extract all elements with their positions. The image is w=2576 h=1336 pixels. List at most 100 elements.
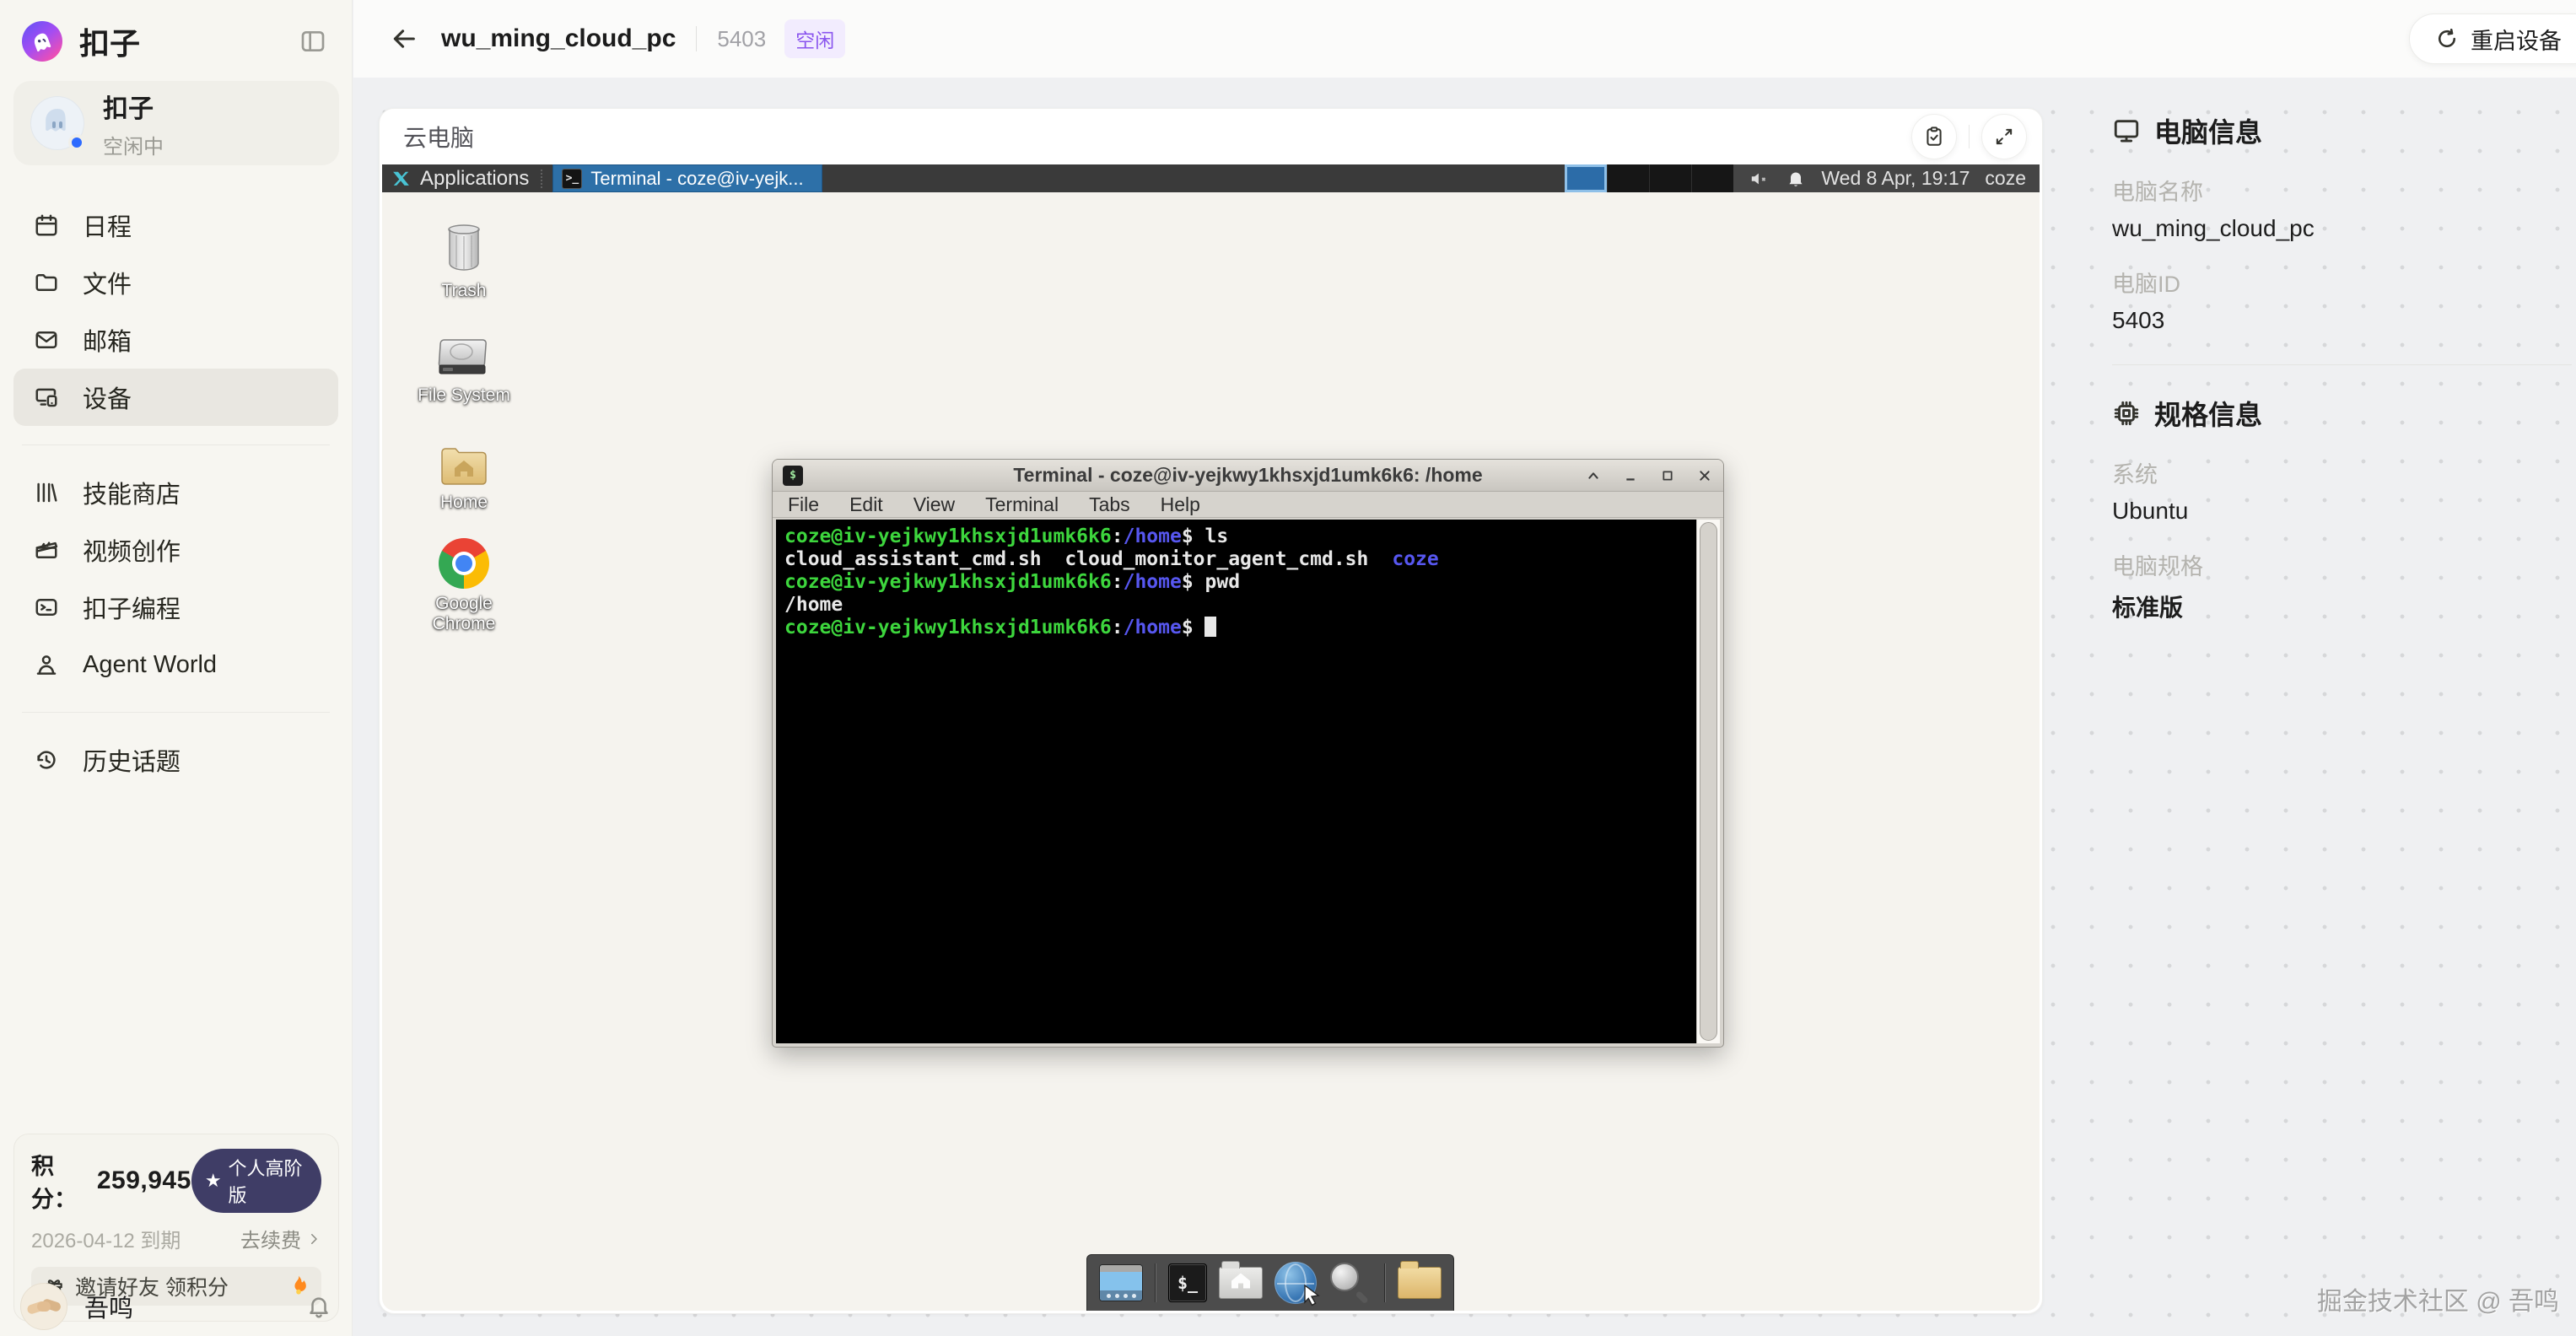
sidebar: 扣子 扣子 空闲中 日程 文件 邮箱 设备: [0, 0, 353, 1336]
menu-tabs[interactable]: Tabs: [1089, 493, 1130, 516]
sidebar-item-video-creation[interactable]: 视频创作: [13, 521, 338, 579]
sidebar-item-coze-coding[interactable]: 扣子编程: [13, 579, 338, 636]
clipboard-check-button[interactable]: [1911, 114, 1957, 159]
cursor-arrow-icon: [1301, 1284, 1323, 1309]
user-profile-row[interactable]: 吾鸣: [20, 1282, 331, 1331]
taskbar-session-user[interactable]: coze: [1985, 167, 2026, 190]
sidebar-item-mail[interactable]: 邮箱: [13, 311, 338, 369]
maximize-window-icon[interactable]: [1659, 467, 1676, 484]
dock-separator: [1384, 1263, 1386, 1302]
computer-id-label: 电脑ID: [2112, 266, 2572, 299]
sidebar-collapse-icon[interactable]: [296, 24, 330, 58]
dock-terminal-icon[interactable]: $_: [1168, 1263, 1207, 1302]
restart-device-button[interactable]: 重启设备: [2409, 13, 2576, 64]
applications-label: Applications: [420, 167, 529, 191]
desktop-icon-label: Home: [440, 493, 488, 513]
workspace-4[interactable]: [1691, 164, 1733, 192]
dock-folder-icon[interactable]: [1398, 1267, 1442, 1299]
sidebar-item-history-topics[interactable]: 历史话题: [13, 731, 338, 789]
desktop-icon-label: Trash: [442, 281, 487, 301]
assistant-avatar: [30, 96, 84, 150]
terminal-scrollbar[interactable]: [1696, 520, 1720, 1043]
monitor-icon: [2112, 116, 2141, 145]
menu-file[interactable]: File: [788, 493, 819, 516]
assistant-card[interactable]: 扣子 空闲中: [13, 81, 339, 165]
sidebar-item-skill-store[interactable]: 技能商店: [13, 464, 338, 521]
points-label: 积分：: [31, 1148, 92, 1214]
terminal-title: Terminal - coze@iv-yejkwy1khsxjd1umk6k6:…: [773, 464, 1723, 487]
bell-status-icon[interactable]: [1786, 168, 1806, 190]
notification-bell-icon[interactable]: [306, 1294, 331, 1319]
os-value: Ubuntu: [2112, 498, 2572, 525]
desktop-icon-label: File System: [418, 385, 510, 406]
fullscreen-button[interactable]: [1981, 114, 2027, 159]
dock-file-manager-icon[interactable]: [1219, 1267, 1263, 1299]
close-window-icon[interactable]: [1696, 467, 1713, 484]
title-separator: [696, 26, 697, 51]
computer-info-title: 电脑信息: [2154, 111, 2262, 150]
menu-divider: [22, 444, 330, 445]
volume-icon[interactable]: [1749, 168, 1770, 190]
minimize-window-icon[interactable]: [1622, 467, 1639, 484]
terminal-line: coze@iv-yejkwy1khsxjd1umk6k6:/home$ pwd: [784, 571, 1696, 594]
device-name-title: wu_ming_cloud_pc: [441, 24, 676, 53]
sidebar-item-schedule[interactable]: 日程: [13, 197, 338, 254]
applications-menu-button[interactable]: Applications: [382, 164, 539, 192]
terminal-cursor: [1204, 617, 1216, 637]
panel-title: 云电脑: [403, 120, 474, 154]
taskbar-spacer: [822, 164, 1565, 192]
desktop-icon-google-chrome[interactable]: Google Chrome: [409, 538, 519, 634]
main-content: 云电脑 Applications >_: [353, 78, 2576, 1336]
taskbar-terminal-task[interactable]: >_ Terminal - coze@iv-yejk...: [552, 164, 822, 192]
taskbar-clock[interactable]: Wed 8 Apr, 19:17: [1821, 167, 1970, 190]
plan-badge: ★个人高阶版: [191, 1149, 321, 1213]
workspace-1[interactable]: [1565, 164, 1606, 192]
topbar: wu_ming_cloud_pc 5403 空闲 重启设备: [353, 0, 2576, 78]
sidebar-header: 扣子: [22, 17, 330, 66]
back-button[interactable]: [385, 20, 423, 57]
chrome-icon: [439, 538, 489, 589]
desktop-icon-file-system[interactable]: File System: [409, 333, 519, 406]
sidebar-item-label: 日程: [83, 207, 132, 243]
cloud-pc-panel: 云电脑 Applications >_: [379, 108, 2043, 1314]
menu-help[interactable]: Help: [1161, 493, 1200, 516]
menu-view[interactable]: View: [913, 493, 955, 516]
actions-separator: [1969, 125, 1970, 148]
menu-edit[interactable]: Edit: [849, 493, 883, 516]
sidebar-item-files[interactable]: 文件: [13, 254, 338, 311]
shade-window-icon[interactable]: [1585, 467, 1602, 484]
desktop-dock: $_: [1086, 1254, 1454, 1311]
info-divider: [2112, 364, 2572, 365]
desktop-icon-home[interactable]: Home: [409, 440, 519, 513]
spec-info-title: 规格信息: [2154, 394, 2262, 433]
dock-web-browser-icon[interactable]: [1275, 1262, 1317, 1304]
dock-search-icon[interactable]: [1328, 1261, 1372, 1305]
desktop-icon-trash[interactable]: Trash: [409, 222, 519, 301]
taskbar-status-area: Wed 8 Apr, 19:17 coze: [1733, 164, 2040, 192]
desktop-icon-label: Google Chrome: [423, 594, 504, 634]
hard-drive-icon: [436, 333, 492, 380]
plan-badge-label: 个人高阶版: [229, 1154, 308, 1208]
workspace-2[interactable]: [1607, 164, 1649, 192]
show-desktop-icon[interactable]: [1099, 1264, 1143, 1301]
terminal-window[interactable]: $ Terminal - coze@iv-yejkwy1khsxjd1umk6k…: [772, 459, 1724, 1048]
points-value: 259,945: [97, 1166, 191, 1195]
terminal-line: coze@iv-yejkwy1khsxjd1umk6k6:/home$ ls: [784, 525, 1696, 548]
sidebar-item-label: 视频创作: [83, 532, 181, 568]
remote-desktop-viewport[interactable]: Applications >_ Terminal - coze@iv-yejk.…: [382, 164, 2040, 1311]
scrollbar-thumb[interactable]: [1700, 522, 1717, 1041]
workspace-switcher[interactable]: [1565, 164, 1733, 192]
menu-divider: [22, 712, 330, 713]
sidebar-item-label: 扣子编程: [83, 590, 181, 625]
terminal-titlebar[interactable]: $ Terminal - coze@iv-yejkwy1khsxjd1umk6k…: [773, 460, 1723, 492]
workspace-3[interactable]: [1649, 164, 1691, 192]
terminal-task-icon: >_: [562, 169, 582, 189]
watermark: 掘金技术社区 @ 吾鸣: [2317, 1280, 2559, 1317]
sidebar-item-agent-world[interactable]: Agent World: [13, 636, 338, 693]
terminal-screen[interactable]: coze@iv-yejkwy1khsxjd1umk6k6:/home$ ls c…: [776, 520, 1696, 1043]
terminal-prompt-line: coze@iv-yejkwy1khsxjd1umk6k6:/home$: [784, 617, 1696, 639]
brand-name: 扣子: [79, 19, 140, 63]
menu-terminal[interactable]: Terminal: [985, 493, 1059, 516]
sidebar-item-devices[interactable]: 设备: [13, 369, 338, 426]
renew-link[interactable]: 去续费: [240, 1224, 321, 1253]
